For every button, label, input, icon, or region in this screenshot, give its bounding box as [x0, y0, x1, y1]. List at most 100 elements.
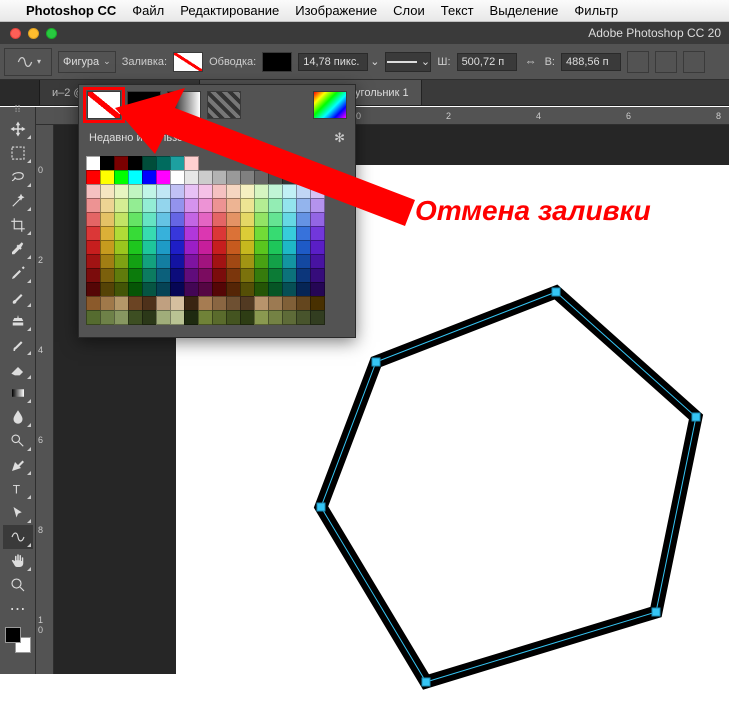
- shape-handle[interactable]: [692, 413, 700, 421]
- color-swatch[interactable]: [170, 268, 185, 283]
- color-swatch[interactable]: [198, 170, 213, 185]
- menu-edit[interactable]: Редактирование: [180, 3, 279, 18]
- foreground-background-colors[interactable]: [3, 625, 33, 655]
- color-swatch[interactable]: [268, 198, 283, 213]
- color-swatch[interactable]: [128, 198, 143, 213]
- menu-text[interactable]: Текст: [441, 3, 474, 18]
- color-swatch[interactable]: [296, 184, 311, 199]
- color-swatch[interactable]: [142, 156, 157, 171]
- color-swatch[interactable]: [86, 282, 101, 297]
- color-swatch[interactable]: [114, 310, 129, 325]
- color-swatch[interactable]: [296, 170, 311, 185]
- color-swatch[interactable]: [310, 184, 325, 199]
- color-swatch[interactable]: [240, 170, 255, 185]
- color-swatch[interactable]: [128, 226, 143, 241]
- color-swatch[interactable]: [296, 254, 311, 269]
- color-swatch[interactable]: [282, 198, 297, 213]
- color-swatch[interactable]: [212, 268, 227, 283]
- color-swatch[interactable]: [156, 198, 171, 213]
- color-swatch[interactable]: [226, 170, 241, 185]
- color-swatch[interactable]: [142, 240, 157, 255]
- color-swatch[interactable]: [170, 240, 185, 255]
- color-swatch[interactable]: [142, 184, 157, 199]
- path-selection-tool[interactable]: [3, 501, 33, 525]
- color-swatch[interactable]: [184, 296, 199, 311]
- pen-tool[interactable]: [3, 453, 33, 477]
- color-swatch[interactable]: [114, 212, 129, 227]
- stroke-swatch-button[interactable]: [262, 52, 292, 72]
- color-swatch[interactable]: [114, 254, 129, 269]
- color-swatch[interactable]: [240, 184, 255, 199]
- app-menu[interactable]: Photoshop CC: [26, 3, 116, 18]
- color-swatch[interactable]: [128, 282, 143, 297]
- color-swatch[interactable]: [226, 310, 241, 325]
- foreground-color-swatch[interactable]: [5, 627, 21, 643]
- window-close-button[interactable]: [10, 28, 21, 39]
- color-swatch[interactable]: [282, 184, 297, 199]
- fill-swatch-button[interactable]: [173, 52, 203, 72]
- color-swatch[interactable]: [268, 170, 283, 185]
- fill-gradient-button[interactable]: [167, 91, 201, 119]
- color-swatch[interactable]: [212, 240, 227, 255]
- color-swatch[interactable]: [226, 198, 241, 213]
- color-swatch[interactable]: [310, 268, 325, 283]
- color-swatch[interactable]: [310, 310, 325, 325]
- color-swatch[interactable]: [86, 268, 101, 283]
- color-swatch[interactable]: [156, 212, 171, 227]
- color-swatch[interactable]: [310, 170, 325, 185]
- color-swatch[interactable]: [254, 254, 269, 269]
- color-swatch[interactable]: [170, 170, 185, 185]
- color-swatch[interactable]: [100, 184, 115, 199]
- color-swatch[interactable]: [254, 296, 269, 311]
- shape-width-field[interactable]: 500,72 п: [457, 53, 517, 71]
- color-swatch[interactable]: [254, 282, 269, 297]
- color-swatch[interactable]: [170, 184, 185, 199]
- color-swatch[interactable]: [240, 240, 255, 255]
- color-swatch[interactable]: [184, 212, 199, 227]
- color-swatch[interactable]: [226, 184, 241, 199]
- color-swatch[interactable]: [142, 212, 157, 227]
- color-swatch[interactable]: [310, 240, 325, 255]
- color-swatch[interactable]: [86, 184, 101, 199]
- color-swatch[interactable]: [226, 254, 241, 269]
- fill-none-button[interactable]: [87, 91, 121, 119]
- color-swatch[interactable]: [226, 282, 241, 297]
- color-swatch[interactable]: [268, 240, 283, 255]
- color-swatch[interactable]: [100, 296, 115, 311]
- menu-file[interactable]: Файл: [132, 3, 164, 18]
- color-swatch[interactable]: [184, 184, 199, 199]
- color-swatch[interactable]: [100, 198, 115, 213]
- color-swatch[interactable]: [254, 240, 269, 255]
- color-swatch[interactable]: [296, 282, 311, 297]
- edit-toolbar-button[interactable]: ⋯: [3, 597, 33, 621]
- color-swatch[interactable]: [86, 198, 101, 213]
- custom-shape-tool[interactable]: [3, 525, 33, 549]
- color-swatch[interactable]: [310, 198, 325, 213]
- color-swatch[interactable]: [240, 226, 255, 241]
- path-ops-button[interactable]: [627, 51, 649, 73]
- dodge-tool[interactable]: [3, 429, 33, 453]
- color-swatch[interactable]: [142, 226, 157, 241]
- color-swatch[interactable]: [212, 170, 227, 185]
- color-swatch[interactable]: [212, 184, 227, 199]
- color-swatch[interactable]: [156, 156, 171, 171]
- color-swatch[interactable]: [170, 296, 185, 311]
- color-swatch[interactable]: [254, 170, 269, 185]
- color-swatch[interactable]: [156, 296, 171, 311]
- color-swatch[interactable]: [296, 198, 311, 213]
- color-swatch[interactable]: [114, 282, 129, 297]
- stroke-type-dropdown[interactable]: ⌄: [385, 52, 431, 72]
- color-swatch[interactable]: [114, 268, 129, 283]
- color-swatch[interactable]: [240, 310, 255, 325]
- shape-handle[interactable]: [422, 678, 430, 686]
- color-swatch[interactable]: [100, 310, 115, 325]
- color-swatch[interactable]: [282, 254, 297, 269]
- color-swatch[interactable]: [100, 170, 115, 185]
- color-swatch[interactable]: [310, 212, 325, 227]
- color-swatch[interactable]: [100, 254, 115, 269]
- color-swatch[interactable]: [184, 310, 199, 325]
- color-swatch[interactable]: [128, 170, 143, 185]
- color-swatch[interactable]: [282, 282, 297, 297]
- shape-handle[interactable]: [652, 608, 660, 616]
- color-swatch[interactable]: [114, 170, 129, 185]
